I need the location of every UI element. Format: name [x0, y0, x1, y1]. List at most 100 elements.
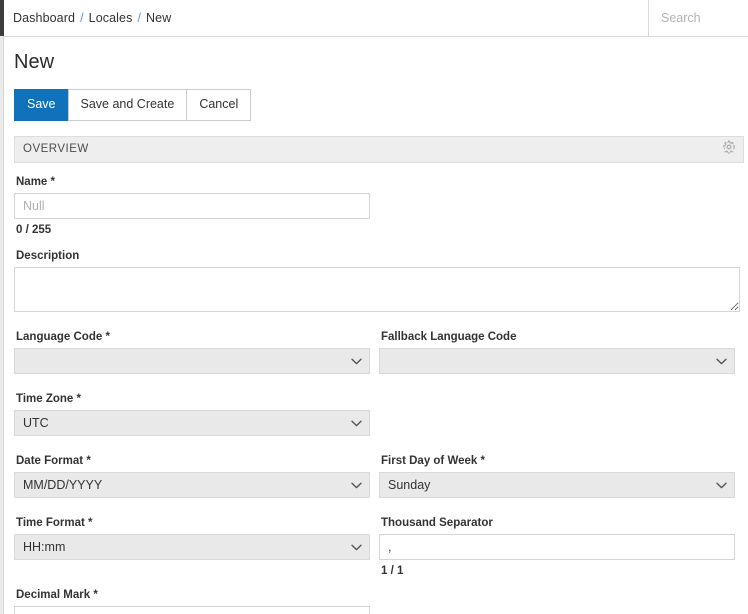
first-day-of-week-select[interactable]: Sunday — [379, 471, 735, 498]
field-label-description: Description — [16, 249, 740, 263]
thousand-separator-input[interactable] — [379, 533, 735, 560]
field-label-time-format: Time Format * — [16, 516, 370, 530]
overview-panel-header: OVERVIEW — [14, 136, 744, 163]
breadcrumb-separator: / — [137, 11, 142, 25]
required-marker: * — [480, 454, 485, 467]
sidebar-strip — [0, 36, 4, 614]
breadcrumb: Dashboard / Locales / New — [13, 11, 171, 25]
form-col-time-zone: Time Zone * UTC — [14, 392, 379, 436]
field-thousand-separator: Thousand Separator 1 / 1 — [379, 516, 735, 578]
field-name: Name * 0 / 255 — [14, 175, 370, 237]
overview-panel-body: Name * 0 / 255 Descript — [14, 163, 744, 614]
date-format-select[interactable]: MM/DD/YYYY — [14, 471, 370, 498]
field-label-date-format: Date Format * — [16, 454, 370, 468]
time-format-select-wrap: HH:mm — [14, 533, 370, 560]
overview-panel: OVERVIEW Name * Null 0 / 255 Description… — [14, 135, 744, 614]
date-format-select-wrap: MM/DD/YYYY — [14, 471, 370, 498]
field-decimal-mark: Decimal Mark * 1 / 1 — [14, 588, 370, 614]
form-col-first-day-of-week: First Day of Week * Sunday — [379, 454, 744, 498]
field-time-format: Time Format * HH:mm — [14, 516, 370, 560]
breadcrumb-container: Dashboard / Locales / New — [4, 0, 649, 36]
form-col-time-format: Time Format * HH:mm — [14, 516, 379, 578]
form-col-thousand-separator: Thousand Separator 1 / 1 — [379, 516, 744, 578]
form-row-time-zone: Time Zone * UTC — [14, 392, 744, 436]
field-label-text: Language Code — [16, 330, 103, 343]
thousand-separator-char-counter: 1 / 1 — [381, 564, 404, 577]
field-label-text: Time Format — [16, 516, 85, 529]
field-label-first-day-of-week: First Day of Week * — [381, 454, 735, 468]
search-input[interactable] — [659, 10, 748, 26]
field-first-day-of-week: First Day of Week * Sunday — [379, 454, 735, 498]
page-title: New — [14, 51, 55, 73]
description-textarea[interactable] — [14, 266, 740, 312]
form-row-language: Language Code * Fallback Language Code — [14, 330, 744, 374]
form-row-date: Date Format * MM/DD/YYYY First Day of We… — [14, 454, 744, 498]
field-time-zone: Time Zone * UTC — [14, 392, 370, 436]
field-label-text: First Day of Week — [381, 454, 478, 467]
field-date-format: Date Format * MM/DD/YYYY — [14, 454, 370, 498]
form-row-description: Description — [14, 249, 744, 312]
field-label-language-code: Language Code * — [16, 330, 370, 344]
action-button-group: Save Save and Create Cancel — [14, 89, 748, 121]
field-label-text: Date Format — [16, 454, 84, 467]
required-marker: * — [105, 330, 110, 343]
required-marker: * — [86, 454, 91, 467]
language-code-select[interactable] — [14, 347, 370, 374]
time-zone-select-wrap: UTC — [14, 409, 370, 436]
required-marker: * — [88, 516, 93, 529]
form-col-description: Description — [14, 249, 744, 312]
overview-panel-title: OVERVIEW — [23, 143, 89, 155]
content-area: New Save Save and Create Cancel OVERVIEW — [5, 37, 748, 614]
required-marker: * — [76, 392, 81, 405]
save-and-create-button[interactable]: Save and Create — [67, 89, 188, 121]
form-col-fallback-language-code: Fallback Language Code — [379, 330, 744, 374]
gear-icon[interactable] — [722, 140, 736, 159]
header-bar: Dashboard / Locales / New — [4, 0, 748, 36]
field-label-text: Description — [16, 249, 80, 262]
save-button[interactable]: Save — [14, 89, 69, 121]
field-label-fallback-language-code: Fallback Language Code — [381, 330, 735, 344]
form-col-date-format: Date Format * MM/DD/YYYY — [14, 454, 379, 498]
time-format-select[interactable]: HH:mm — [14, 533, 370, 560]
form-row-time-format: Time Format * HH:mm Thousand Separator ,… — [14, 516, 744, 578]
language-code-select-wrap — [14, 347, 370, 374]
form-col-decimal-mark: Decimal Mark * 1 / 1 — [14, 588, 379, 614]
field-label-thousand-separator: Thousand Separator — [381, 516, 735, 530]
field-label-text: Fallback Language Code — [381, 330, 517, 343]
time-zone-select[interactable]: UTC — [14, 409, 370, 436]
field-label-name: Name * — [16, 175, 370, 189]
breadcrumb-item-locales[interactable]: Locales — [89, 11, 133, 25]
field-label-text: Name — [16, 175, 48, 188]
field-description: Description — [14, 249, 740, 312]
breadcrumb-separator: / — [80, 11, 84, 25]
decimal-mark-input[interactable] — [14, 605, 370, 614]
required-marker: * — [50, 175, 56, 188]
cancel-button[interactable]: Cancel — [186, 89, 252, 121]
breadcrumb-item-dashboard[interactable]: Dashboard — [13, 11, 75, 25]
field-language-code: Language Code * — [14, 330, 370, 374]
field-label-text: Time Zone — [16, 392, 74, 405]
field-label-decimal-mark: Decimal Mark * — [16, 588, 370, 602]
name-input[interactable] — [14, 192, 370, 219]
form-row-name: Name * 0 / 255 — [14, 175, 744, 237]
fallback-language-code-select-wrap — [379, 347, 735, 374]
form-row-decimal-mark: Decimal Mark * 1 / 1 — [14, 588, 744, 614]
breadcrumb-item-new: New — [146, 11, 172, 25]
first-day-of-week-select-wrap: Sunday — [379, 471, 735, 498]
required-marker: * — [93, 588, 98, 601]
app-root: Dashboard / Locales / New New Save Save and … — [0, 0, 748, 614]
field-fallback-language-code: Fallback Language Code — [379, 330, 735, 374]
field-label-time-zone: Time Zone * — [16, 392, 370, 406]
name-char-counter: 0 / 255 — [16, 223, 52, 236]
form-col-name: Name * 0 / 255 — [14, 175, 379, 237]
field-label-text: Decimal Mark — [16, 588, 91, 601]
fallback-language-code-select[interactable] — [379, 347, 735, 374]
field-label-text: Thousand Separator — [381, 516, 493, 529]
search-container — [649, 0, 748, 36]
